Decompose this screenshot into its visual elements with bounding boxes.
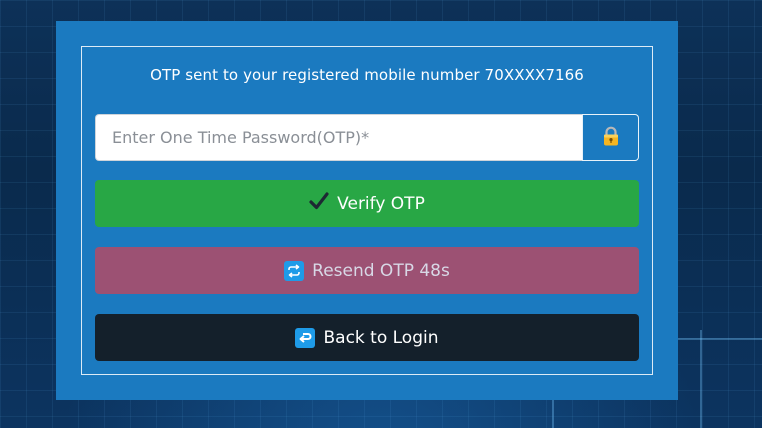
lock-addon <box>582 114 639 161</box>
otp-input-group <box>95 114 639 161</box>
otp-form-panel: OTP sent to your registered mobile numbe… <box>81 46 653 375</box>
verify-otp-label: Verify OTP <box>337 193 425 214</box>
background-glow-line <box>552 400 554 428</box>
return-arrow-icon <box>295 327 316 348</box>
otp-card: OTP sent to your registered mobile numbe… <box>56 21 678 400</box>
resend-otp-label: Resend OTP 48s <box>312 260 450 281</box>
background-glow-line <box>678 338 762 340</box>
repeat-icon <box>284 260 305 281</box>
resend-otp-button[interactable]: Resend OTP 48s <box>95 247 639 294</box>
checkmark-icon <box>309 191 329 216</box>
otp-input[interactable] <box>95 114 582 161</box>
otp-sent-message: OTP sent to your registered mobile numbe… <box>150 66 584 84</box>
lock-icon <box>602 126 620 150</box>
back-to-login-label: Back to Login <box>323 327 439 348</box>
verify-otp-button[interactable]: Verify OTP <box>95 180 639 227</box>
back-to-login-button[interactable]: Back to Login <box>95 314 639 361</box>
background-glow-line <box>700 330 702 428</box>
